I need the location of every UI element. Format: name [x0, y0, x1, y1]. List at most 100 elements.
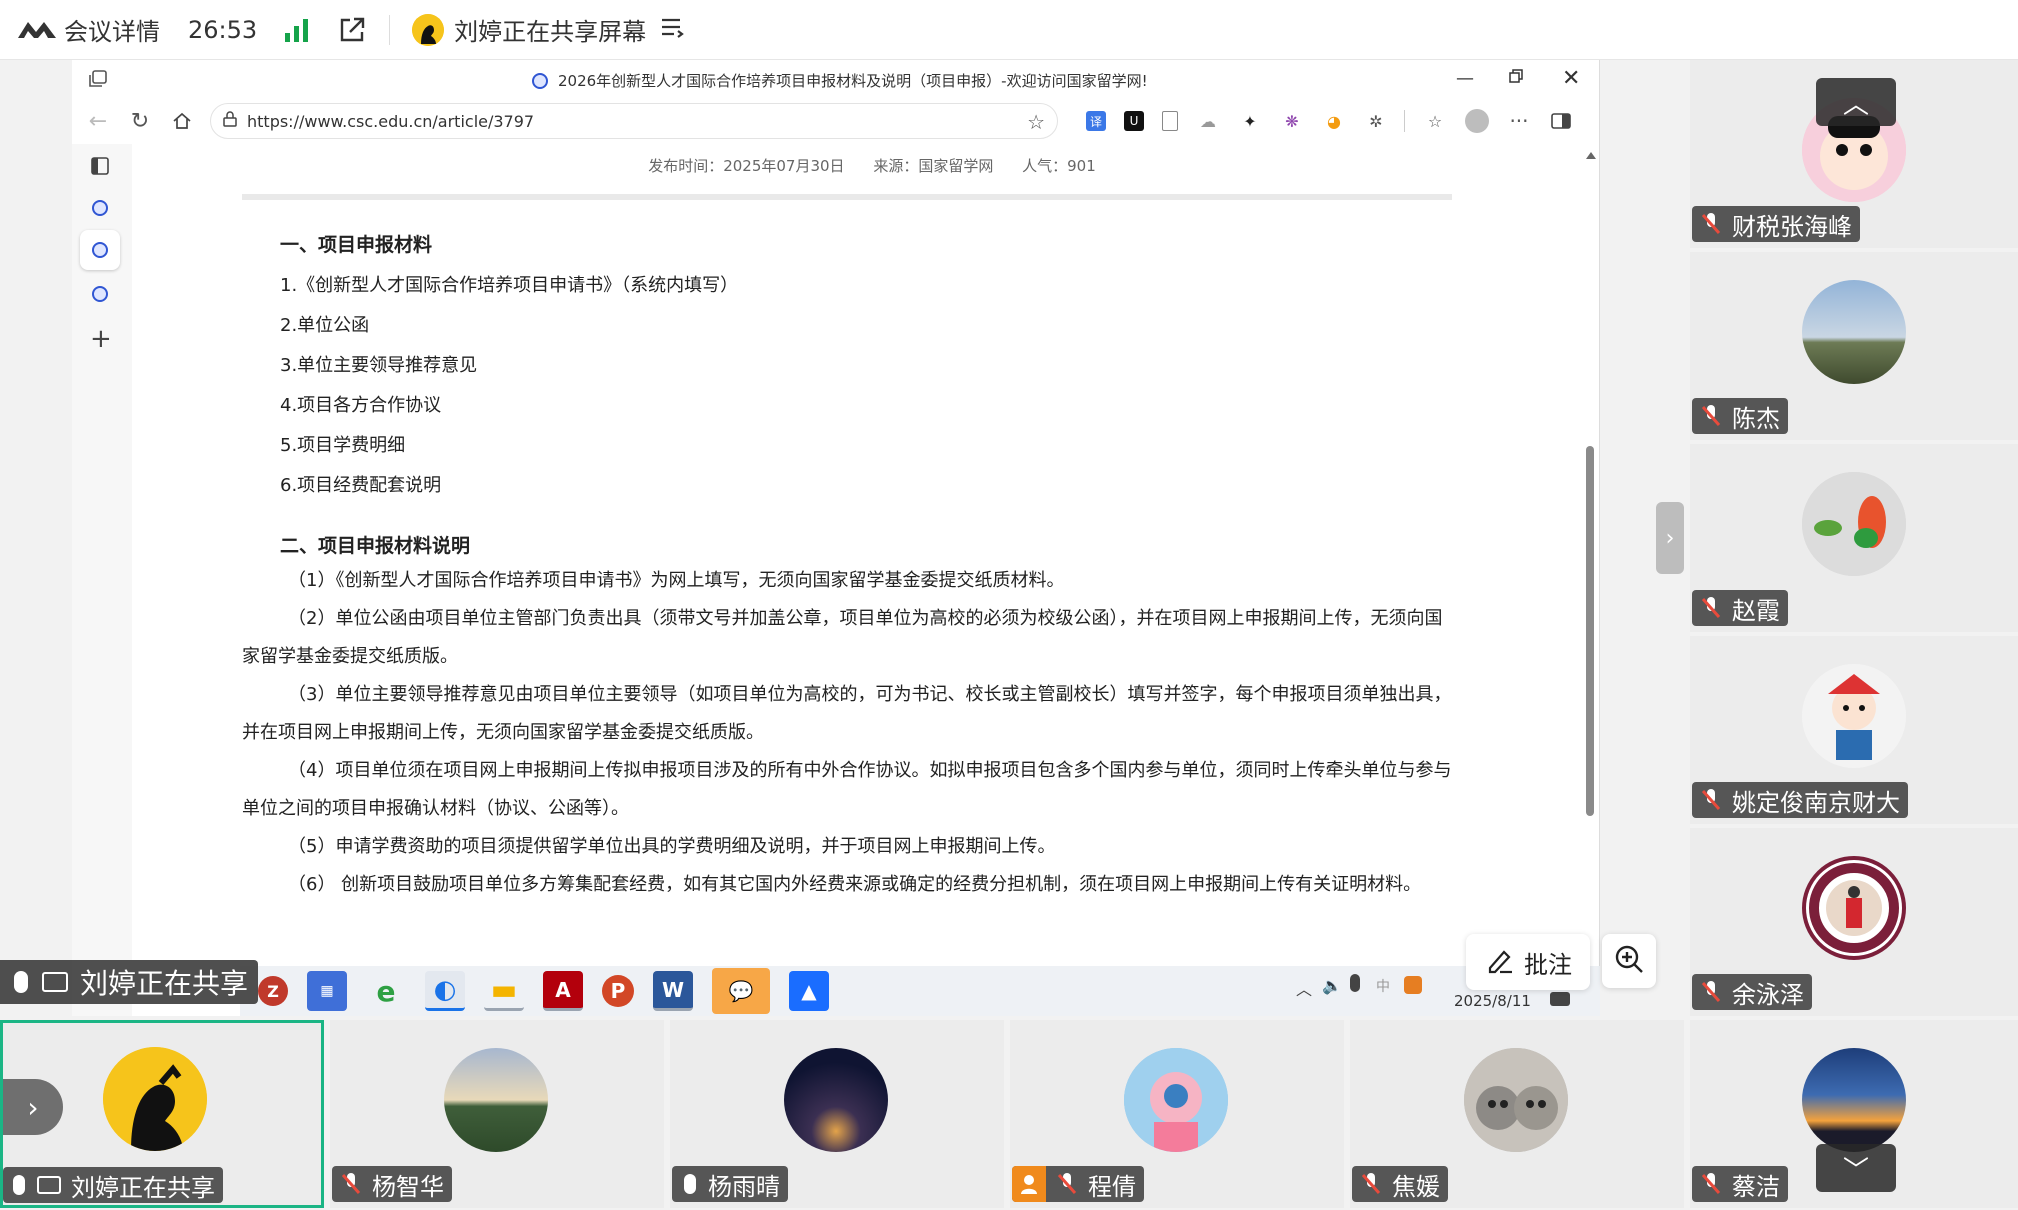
window-title: 2026年创新型人才国际合作培养项目申报材料及说明（项目申报）-欢迎访问国家留学… — [532, 70, 1148, 91]
participant-tile[interactable]: 赵霞 — [1690, 444, 2018, 632]
taskbar-powerpoint-icon[interactable]: P — [602, 975, 634, 1007]
scroll-up-button[interactable]: ︿ — [1816, 78, 1896, 126]
sharing-status[interactable]: 刘婷正在共享屏幕 — [412, 12, 685, 47]
mic-muted-icon — [1696, 977, 1726, 1007]
participant-avatar — [784, 1048, 888, 1152]
extension-translate-icon[interactable]: 译 — [1086, 111, 1106, 131]
participant-tile[interactable]: ︿ 财税张海峰 — [1690, 60, 2018, 248]
note-paragraph: （4）项目单位须在项目网上申报期间上传拟申报项目涉及的所有中外合作协议。如拟申报… — [242, 760, 1452, 819]
favorites-list-icon[interactable]: ☆ — [1423, 109, 1447, 133]
open-external-icon[interactable] — [337, 15, 367, 45]
vertical-tab-csc-1[interactable] — [92, 200, 108, 216]
taskbar-ie-icon[interactable]: e — [366, 971, 406, 1011]
participant-tile[interactable]: 陈杰 — [1690, 252, 2018, 440]
vertical-tab-csc-3[interactable] — [92, 286, 108, 302]
participant-nametag: 程倩 — [1012, 1166, 1144, 1202]
participant-tile[interactable]: 程倩 — [1010, 1020, 1344, 1208]
profile-avatar-icon[interactable] — [1465, 109, 1489, 133]
participant-avatar — [444, 1048, 548, 1152]
sharer-banner: 刘婷正在共享 — [0, 960, 259, 1004]
participant-tile[interactable]: 杨雨晴 — [670, 1020, 1004, 1208]
participant-tile[interactable]: 姚定俊南京财大 — [1690, 636, 2018, 824]
note-paragraph: （3）单位主要领导推荐意见由项目单位主要领导（如项目单位为高校的，可为书记、校长… — [242, 684, 1452, 743]
scroll-down-button[interactable]: ﹀ — [1816, 1144, 1896, 1192]
material-item: 2.单位公函 — [280, 315, 370, 336]
section-title-materials: 一、项目申报材料 — [280, 234, 433, 256]
participant-tile[interactable]: 焦媛 — [1350, 1020, 1684, 1208]
participant-tile[interactable]: 余泳泽 — [1690, 828, 2018, 1016]
material-item: 3.单位主要领导推荐意见 — [280, 355, 478, 376]
more-options-icon[interactable]: ··· — [1507, 109, 1531, 133]
taskbar-calendar-icon[interactable]: ▦ — [307, 971, 347, 1011]
participant-nametag: 杨智华 — [332, 1166, 452, 1202]
participant-avatar — [1802, 664, 1906, 768]
taskbar-meeting-icon[interactable]: ▲ — [789, 971, 829, 1011]
article: 发布时间：2025年07月30日 来源：国家留学网 人气：901 一、项目申报材… — [242, 146, 1502, 904]
list-menu-icon[interactable] — [660, 16, 685, 44]
participant-tile[interactable]: ﹀ 蔡洁 — [1690, 1020, 2018, 1208]
participant-tile[interactable]: 杨智华 — [330, 1020, 664, 1208]
participant-nametag: 财税张海峰 — [1692, 206, 1860, 242]
url-bar[interactable]: https://www.csc.edu.cn/article/3797 ☆ — [210, 103, 1058, 139]
divider — [1404, 110, 1405, 132]
extension-reader-icon[interactable]: U — [1124, 111, 1144, 131]
expand-strip-button[interactable]: › — [3, 1079, 63, 1135]
meeting-details-button[interactable]: 会议详情 — [16, 12, 160, 47]
taskbar-folder-icon[interactable]: ▬ — [484, 971, 524, 1011]
home-icon[interactable] — [170, 109, 194, 133]
extension-bird-icon[interactable]: ✦ — [1238, 109, 1262, 133]
article-source: 来源：国家留学网 — [873, 157, 994, 175]
back-icon[interactable]: ← — [86, 109, 110, 134]
tray-arrow-icon[interactable]: ︿ — [1296, 976, 1312, 1000]
annotate-label: 批注 — [1524, 950, 1572, 979]
scroll-thumb[interactable] — [1586, 446, 1594, 816]
restore-icon[interactable] — [1508, 68, 1524, 88]
network-signal-icon[interactable] — [283, 17, 311, 43]
taskbar-word-icon[interactable]: W — [653, 971, 693, 1011]
participant-strip-bottom: › 刘婷正在共享 杨智华 杨雨晴 程倩 焦媛 ﹀ 蔡洁 — [0, 1020, 2018, 1210]
meeting-top-bar: 会议详情 26:53 刘婷正在共享屏幕 — [0, 0, 2018, 60]
tray-ime-icon[interactable]: 中 — [1376, 976, 1390, 996]
tray-volume-icon[interactable]: 🔈 — [1322, 976, 1342, 995]
annotate-button[interactable]: 批注 — [1466, 934, 1590, 990]
sidebar-toggle-icon[interactable] — [1549, 109, 1573, 133]
zoom-in-button[interactable] — [1602, 934, 1656, 988]
extension-color-icon[interactable]: ◕ — [1322, 109, 1346, 133]
section-title-notes: 二、项目申报材料说明 — [280, 535, 471, 557]
material-item: 6.项目经费配套说明 — [280, 475, 442, 496]
close-window-icon[interactable]: ✕ — [1562, 66, 1580, 91]
tray-notification-icon[interactable] — [1550, 992, 1570, 1006]
screen-share-icon — [37, 1176, 61, 1194]
refresh-icon[interactable]: ↻ — [128, 109, 152, 134]
participant-tile-active-speaker[interactable]: › 刘婷正在共享 — [0, 1020, 324, 1208]
extension-cloud-icon[interactable]: ☁ — [1196, 109, 1220, 133]
extensions-puzzle-icon[interactable]: ✲ — [1364, 109, 1388, 133]
tab-actions-icon[interactable] — [88, 70, 108, 92]
taskbar-app-red-icon[interactable]: Z — [258, 976, 288, 1006]
mic-muted-icon — [1696, 785, 1726, 815]
scroll-up-arrow-icon[interactable] — [1586, 152, 1596, 159]
page-scrollbar[interactable] — [1580, 146, 1600, 1016]
taskbar-wechat-icon[interactable]: 💬 — [712, 968, 770, 1014]
tray-mic-icon[interactable] — [1350, 974, 1360, 992]
meeting-details-label: 会议详情 — [64, 18, 160, 46]
taskbar-date: 2025/8/11 — [1454, 992, 1531, 1010]
extension-brain-icon[interactable]: ❋ — [1280, 109, 1304, 133]
taskbar-pdf-icon[interactable]: A — [543, 971, 583, 1011]
tray-app-icon[interactable] — [1404, 976, 1422, 994]
participant-avatar — [1802, 280, 1906, 384]
new-tab-plus-icon[interactable]: + — [90, 324, 112, 354]
participant-avatar — [1464, 1048, 1568, 1152]
tab-panel-icon[interactable] — [90, 156, 110, 180]
lock-icon — [223, 111, 237, 131]
participant-nametag: 姚定俊南京财大 — [1692, 782, 1908, 818]
favorite-star-icon[interactable]: ☆ — [1027, 110, 1045, 134]
taskbar-edge-icon[interactable]: ◐ — [425, 971, 465, 1011]
participant-avatar — [1124, 1048, 1228, 1152]
note-paragraph: （2）单位公函由项目单位主管部门负责出具（须带文号并加盖公章，项目单位为高校的必… — [242, 608, 1443, 667]
participant-nametag: 陈杰 — [1692, 398, 1788, 434]
extension-document-icon[interactable] — [1162, 111, 1178, 131]
collapse-panel-handle[interactable]: › — [1656, 502, 1684, 574]
minimize-icon[interactable]: — — [1456, 68, 1474, 89]
vertical-tabs-sidebar: + — [72, 144, 132, 1016]
